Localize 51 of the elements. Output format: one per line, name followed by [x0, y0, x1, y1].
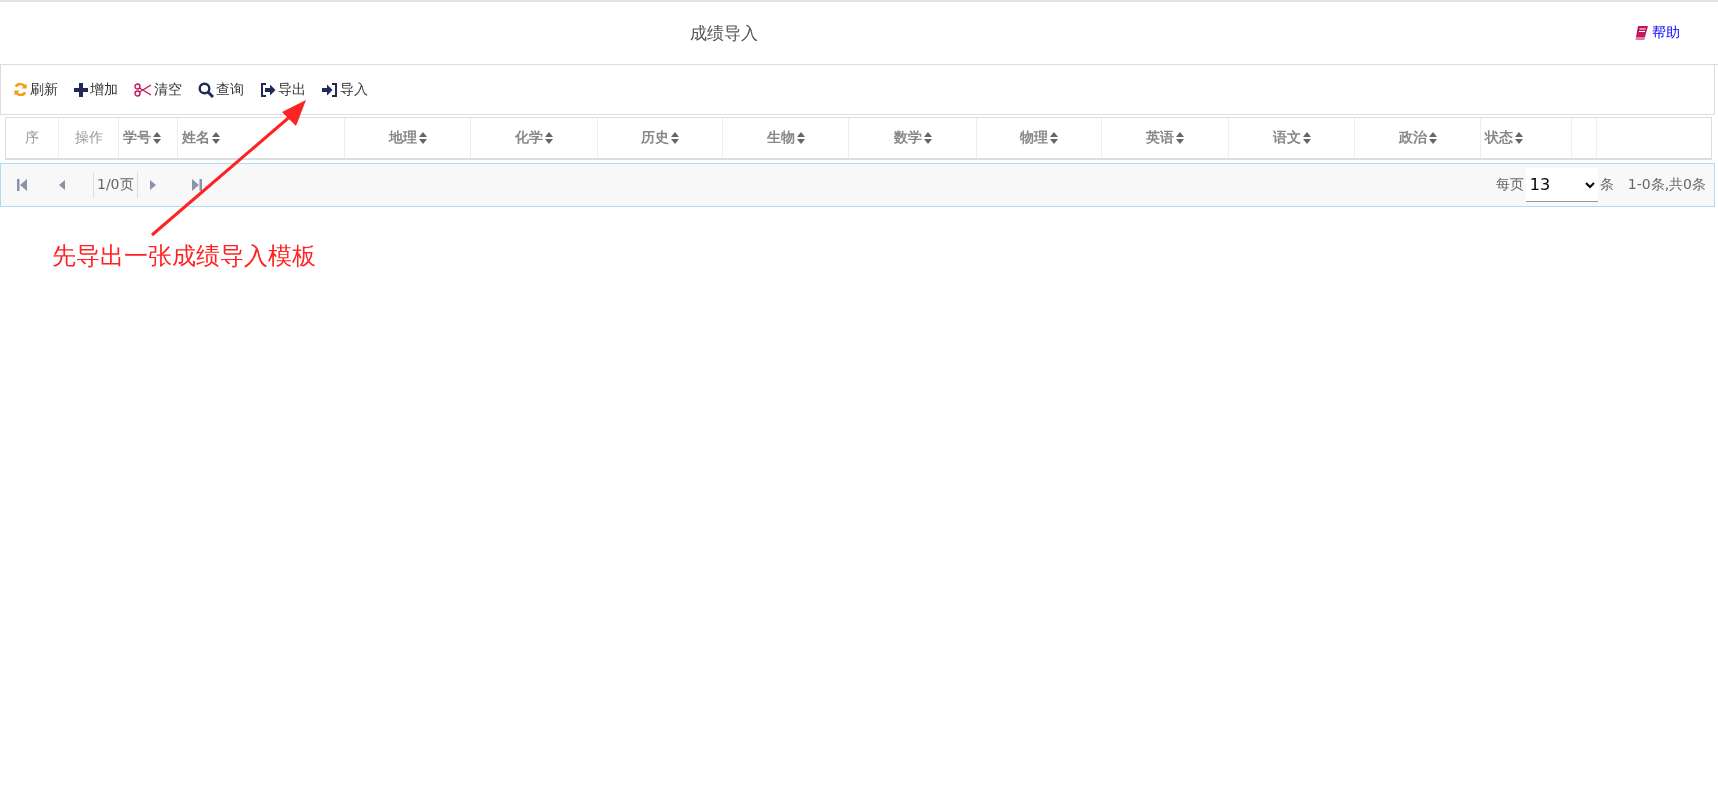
sort-icon[interactable] [1050, 132, 1058, 144]
column-header[interactable]: 数学 [893, 129, 922, 147]
column-header[interactable]: 化学 [515, 129, 543, 147]
sort-icon[interactable] [1515, 132, 1523, 144]
help-link[interactable]: 帮助 [1635, 24, 1680, 42]
export-icon [260, 82, 276, 97]
add-button[interactable]: 增加 [74, 80, 118, 99]
clear-button[interactable]: 清空 [134, 80, 182, 99]
sort-icon[interactable] [923, 132, 932, 144]
last-page-icon[interactable] [191, 179, 202, 191]
sort-icon[interactable] [671, 132, 679, 144]
column-header[interactable]: 状态 [1485, 129, 1513, 147]
search-button[interactable]: 查询 [198, 80, 244, 99]
plus-icon [74, 82, 88, 97]
sort-icon[interactable] [1428, 132, 1437, 144]
unit-label: 条 [1599, 176, 1614, 194]
per-page-label: 每页 [1495, 176, 1524, 194]
annotation-text: 先导出一张成绩导入模板 [52, 241, 316, 272]
sort-icon[interactable] [418, 132, 427, 144]
sort-icon[interactable] [1176, 132, 1184, 144]
scissors-icon [134, 82, 152, 97]
column-header[interactable]: 英语 [1146, 129, 1174, 147]
previous-page-icon[interactable] [59, 180, 65, 190]
record-summary: 1-0条,共0条 [1627, 176, 1706, 194]
column-header[interactable]: 学号 [123, 129, 151, 147]
column-header[interactable]: 历史 [641, 129, 669, 147]
column-header[interactable]: 政治 [1398, 129, 1427, 147]
export-button[interactable]: 导出 [260, 80, 306, 99]
import-button[interactable]: 导入 [322, 80, 368, 99]
page-indicator: 1/0页 [93, 172, 138, 198]
sort-icon[interactable] [545, 132, 553, 144]
column-header[interactable]: 生物 [766, 129, 795, 147]
sort-icon[interactable] [1302, 132, 1311, 144]
import-icon [322, 82, 338, 97]
page-title: 成绩导入 [690, 21, 758, 45]
column-header: 操作 [74, 129, 103, 147]
column-header[interactable]: 地理 [388, 129, 417, 147]
sort-icon[interactable] [796, 132, 805, 144]
sort-icon[interactable] [212, 132, 220, 144]
refresh-button[interactable]: 刷新 [13, 80, 58, 99]
per-page-select[interactable]: 13 [1525, 168, 1598, 202]
sort-icon[interactable] [153, 132, 161, 144]
column-header[interactable]: 语文 [1272, 129, 1301, 147]
column-header[interactable]: 物理 [1020, 129, 1048, 147]
refresh-icon [13, 82, 28, 97]
next-page-icon[interactable] [149, 180, 156, 190]
column-header[interactable]: 姓名 [182, 129, 210, 147]
first-page-icon[interactable] [17, 179, 27, 191]
column-header: 序 [25, 129, 39, 147]
book-icon [1635, 26, 1648, 40]
search-icon [198, 81, 214, 98]
